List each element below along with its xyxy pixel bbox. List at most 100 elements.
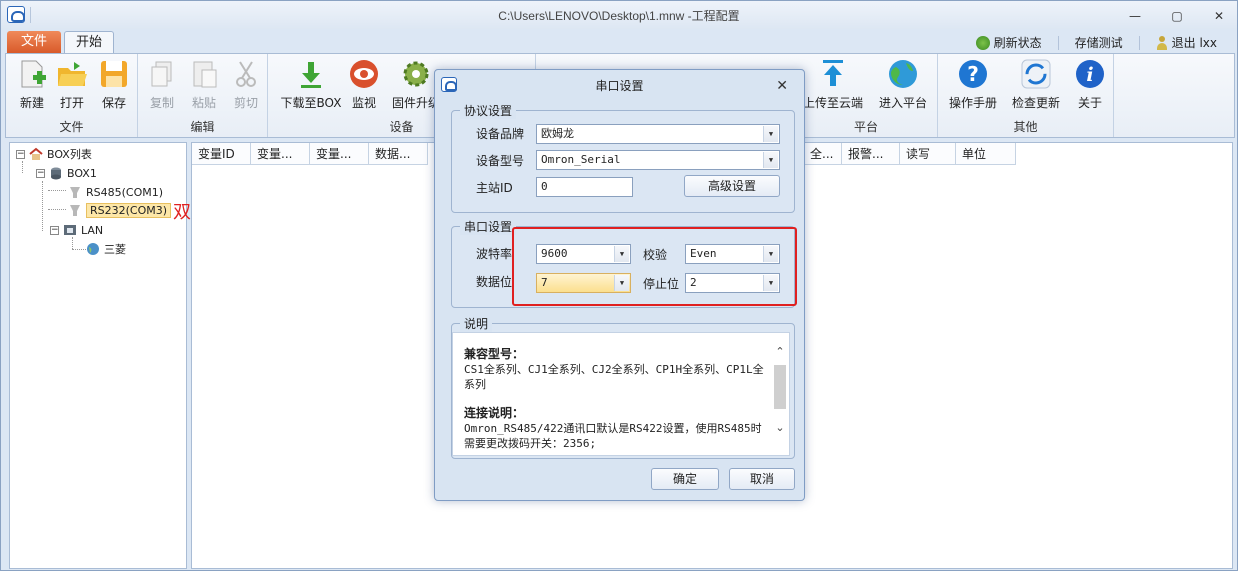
station-id-input[interactable]: 0 [536, 177, 633, 197]
protocol-settings-group: 协议设置 设备品牌 欧姆龙 ▼ 设备型号 Omron_Serial ▼ 主站ID… [451, 102, 795, 213]
app-window: C:\Users\LENOVO\Desktop\1.mnw -工程配置 — ▢ … [0, 0, 1238, 571]
tree-label: LAN [81, 223, 104, 237]
new-file-icon [16, 58, 48, 90]
brand-select[interactable]: 欧姆龙 ▼ [536, 124, 780, 144]
paste-button[interactable]: 粘贴 [182, 58, 226, 111]
upload-to-cloud-label: 上传至云端 [802, 96, 863, 110]
gear-icon [400, 58, 432, 90]
chevron-down-icon[interactable]: ▼ [763, 126, 778, 142]
logout-label: 退出 lxx [1171, 36, 1217, 50]
window-controls: — ▢ ✕ [1125, 9, 1229, 23]
close-icon[interactable]: ✕ [1209, 9, 1229, 23]
enter-platform-button[interactable]: 进入平台 [874, 58, 932, 111]
update-refresh-icon [1020, 58, 1052, 90]
column-header[interactable]: 变量... [310, 143, 369, 165]
scroll-thumb[interactable] [774, 365, 786, 409]
manual-label: 操作手册 [948, 96, 997, 110]
column-header[interactable]: 全... [804, 143, 842, 165]
open-button[interactable]: 打开 [50, 58, 94, 111]
serial-params-highlight [512, 227, 797, 306]
data-bits-label: 数据位 [476, 275, 513, 289]
about-label: 关于 [1077, 96, 1102, 110]
tree-item-rs232[interactable]: RS232(COM3) [68, 201, 172, 219]
new-button[interactable]: 新建 [10, 58, 54, 111]
ribbon-group-other: ? 操作手册 检查更新 i 关于 其他 [938, 54, 1114, 137]
column-header[interactable]: 读写 [900, 143, 956, 165]
user-icon [1156, 35, 1168, 50]
dialog-title: 串口设置 [595, 79, 644, 93]
serial-port-icon [70, 205, 80, 216]
storage-test-button[interactable]: 存储测试 [1067, 34, 1131, 51]
globe-icon [887, 58, 919, 90]
column-header[interactable]: 变量... [251, 143, 310, 165]
column-header[interactable]: 数据... [369, 143, 428, 165]
table-header-left: 变量ID 变量... 变量... 数据... [192, 143, 428, 165]
download-to-box-label: 下载至BOX [280, 96, 342, 110]
open-label: 打开 [59, 96, 84, 110]
refresh-icon [975, 35, 990, 50]
compat-heading: 兼容型号： [464, 347, 525, 361]
column-header[interactable]: 变量ID [192, 143, 251, 165]
save-button[interactable]: 保存 [92, 58, 136, 111]
refresh-status-button[interactable]: 刷新状态 [968, 34, 1050, 51]
close-icon[interactable]: ✕ [776, 78, 788, 94]
manual-button[interactable]: ? 操作手册 [946, 58, 1000, 111]
check-update-button[interactable]: 检查更新 [1008, 58, 1064, 111]
description-scrollbar[interactable]: ⌃ ⌄ [773, 335, 787, 453]
tree-item-lan[interactable]: − LAN [50, 221, 103, 239]
upload-arrow-icon [817, 58, 849, 90]
logout-button[interactable]: 退出 lxx [1148, 34, 1225, 51]
tree-item-rs485[interactable]: RS485(COM1) [68, 183, 163, 201]
maximize-icon[interactable]: ▢ [1167, 9, 1187, 23]
about-button[interactable]: i 关于 [1070, 58, 1110, 111]
divider [1138, 35, 1140, 50]
brand-value: 欧姆龙 [541, 127, 574, 140]
monitor-button[interactable]: 监视 [342, 58, 386, 111]
tree-item-box1[interactable]: − BOX1 [36, 164, 97, 182]
collapse-toggle[interactable]: − [16, 149, 25, 159]
group-label-other: 其他 [1013, 120, 1038, 134]
collapse-toggle[interactable]: − [50, 225, 59, 235]
dialog-title-bar[interactable]: 串口设置 ✕ [435, 70, 804, 98]
station-id-label: 主站ID [476, 181, 513, 195]
paste-icon [188, 58, 220, 90]
cut-button[interactable]: 剪切 [224, 58, 268, 111]
tree-label: RS485(COM1) [86, 185, 164, 199]
tab-file[interactable]: 文件 [7, 31, 61, 53]
svg-text:i: i [1086, 64, 1093, 86]
scroll-up-icon[interactable]: ⌃ [773, 345, 787, 359]
scroll-down-icon[interactable]: ⌄ [773, 421, 787, 435]
tree-root-box-list[interactable]: − BOX列表 [16, 145, 92, 163]
download-to-box-button[interactable]: 下载至BOX [276, 58, 346, 111]
model-value: Omron_Serial [541, 153, 621, 166]
ok-button[interactable]: 确定 [651, 468, 719, 490]
chevron-down-icon[interactable]: ▼ [763, 152, 778, 168]
description-textarea[interactable]: 兼容型号： CS1全系列、CJ1全系列、CJ2全系列、CP1H全系列、CP1L全… [452, 332, 790, 456]
divider [1057, 35, 1059, 50]
ribbon-tabs: 文件 开始 刷新状态 存储测试 退出 lxx [1, 29, 1237, 54]
copy-button[interactable]: 复制 [140, 58, 184, 111]
collapse-toggle[interactable]: − [36, 168, 45, 178]
tree-label: 三菱 [104, 243, 126, 256]
group-legend: 协议设置 [460, 102, 517, 119]
tab-start[interactable]: 开始 [64, 31, 114, 54]
group-legend: 串口设置 [460, 218, 517, 235]
model-select[interactable]: Omron_Serial ▼ [536, 150, 780, 170]
cancel-button[interactable]: 取消 [729, 468, 795, 490]
column-header[interactable]: 报警... [842, 143, 900, 165]
ribbon-group-file: 新建 打开 保存 文件 [6, 54, 138, 137]
compat-text: CS1全系列、CJ1全系列、CJ2全系列、CP1H全系列、CP1L全系列 [464, 363, 764, 391]
minimize-icon[interactable]: — [1125, 9, 1145, 23]
advanced-settings-button[interactable]: 高级设置 [684, 175, 780, 197]
tree-line [72, 249, 86, 250]
column-header[interactable]: 单位 [956, 143, 1016, 165]
paste-label: 粘贴 [191, 96, 216, 110]
save-label: 保存 [101, 96, 126, 110]
upload-to-cloud-button[interactable]: 上传至云端 [798, 58, 868, 111]
box-device-icon [51, 167, 61, 180]
tree-item-mitsubishi[interactable]: 三菱 [86, 240, 126, 258]
box-tree: − BOX列表 − BOX1 RS485(COM1) RS232(COM3) −… [9, 142, 187, 569]
copy-icon [146, 58, 178, 90]
firmware-upgrade-label: 固件升级 [391, 96, 440, 110]
